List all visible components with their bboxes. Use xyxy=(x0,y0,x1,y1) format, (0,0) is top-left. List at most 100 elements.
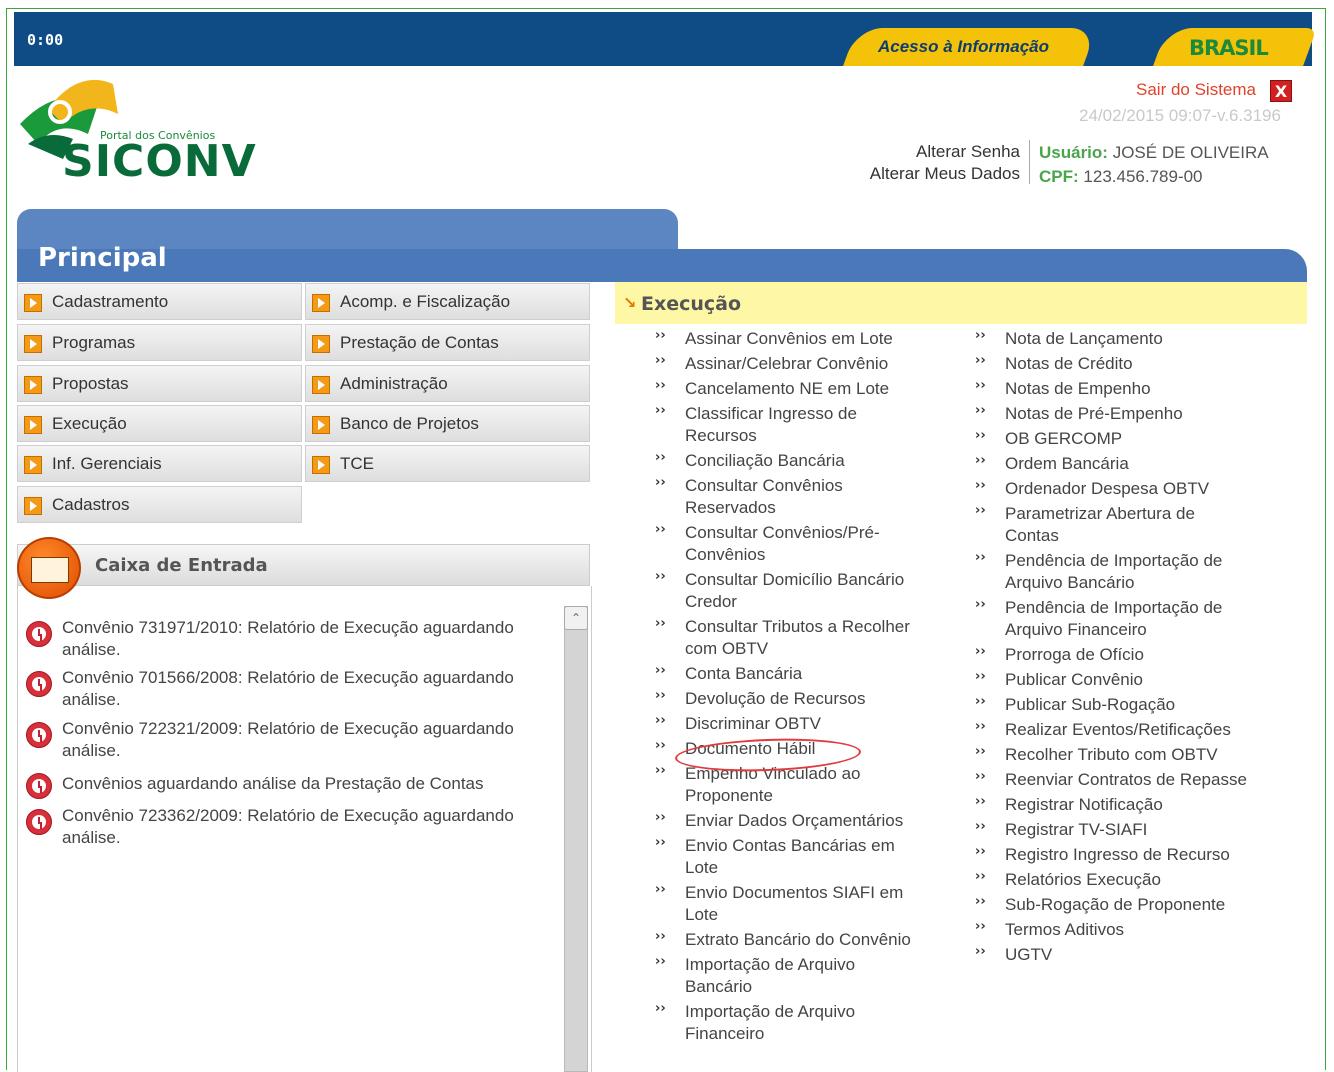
menu-label: Propostas xyxy=(52,374,129,393)
execucao-link[interactable]: ›› Extrato Bancário do Convênio xyxy=(655,929,917,951)
menu-propostas[interactable]: Propostas xyxy=(17,365,302,402)
inbox-message[interactable]: Convênio 731971/2010: Relatório de Execu… xyxy=(26,617,556,663)
execucao-link[interactable]: ›› Conciliação Bancária xyxy=(655,450,917,472)
change-password-link[interactable]: Alterar Senha xyxy=(800,141,1020,163)
execucao-link[interactable]: ›› Realizar Eventos/Retificações xyxy=(975,719,1250,741)
execucao-link-label: Sub-Rogação de Proponente xyxy=(1005,895,1226,914)
execucao-link[interactable]: ›› Consultar Convênios/Pré-Convênios xyxy=(655,522,917,566)
execucao-link[interactable]: ›› OB GERCOMP xyxy=(975,428,1250,450)
execucao-link[interactable]: ›› Recolher Tributo com OBTV xyxy=(975,744,1250,766)
arrow-right-icon xyxy=(24,497,42,515)
menu-label: Administração xyxy=(340,374,448,393)
chevron-right-icon: ›› xyxy=(975,353,986,368)
clock-icon xyxy=(26,621,52,647)
execucao-link[interactable]: ›› Pendência de Importação de Arquivo Fin… xyxy=(975,597,1250,641)
menu-inf-gerenciais[interactable]: Inf. Gerenciais xyxy=(17,445,302,482)
execucao-link[interactable]: ›› Assinar/Celebrar Convênio xyxy=(655,353,917,375)
menu-prestacao-contas[interactable]: Prestação de Contas xyxy=(305,324,590,361)
execucao-link[interactable]: ›› Reenviar Contratos de Repasse xyxy=(975,769,1250,791)
execucao-link[interactable]: ›› Relatórios Execução xyxy=(975,869,1250,891)
brasil-label[interactable]: BRASIL xyxy=(1189,36,1269,60)
menu-cadastros[interactable]: Cadastros xyxy=(17,486,302,523)
menu-label: Prestação de Contas xyxy=(340,333,499,352)
clock-icon xyxy=(26,722,52,748)
inbox-message[interactable]: Convênios aguardando análise da Prestaçã… xyxy=(26,773,556,803)
menu-cadastramento[interactable]: Cadastramento xyxy=(17,283,302,320)
execucao-link[interactable]: ›› Publicar Sub-Rogação xyxy=(975,694,1250,716)
clock-icon xyxy=(26,773,52,799)
acesso-informacao-label[interactable]: Acesso à Informação xyxy=(878,37,1049,57)
menu-acomp-fiscalizacao[interactable]: Acomp. e Fiscalização xyxy=(305,283,590,320)
menu-programas[interactable]: Programas xyxy=(17,324,302,361)
execucao-link[interactable]: ›› Registrar Notificação xyxy=(975,794,1250,816)
menu-administracao[interactable]: Administração xyxy=(305,365,590,402)
execucao-link[interactable]: ›› Assinar Convênios em Lote xyxy=(655,328,917,350)
chevron-right-icon: ›› xyxy=(655,688,666,703)
chevron-right-icon: ›› xyxy=(655,353,666,368)
execucao-link[interactable]: ›› Sub-Rogação de Proponente xyxy=(975,894,1250,916)
change-data-link[interactable]: Alterar Meus Dados xyxy=(800,163,1020,185)
chevron-right-icon: ›› xyxy=(655,929,666,944)
chevron-right-icon: ›› xyxy=(655,882,666,897)
execucao-link-label: Notas de Crédito xyxy=(1005,354,1133,373)
execucao-link-label: Reenviar Contratos de Repasse xyxy=(1005,770,1247,789)
execucao-link-label: Classificar Ingresso de Recursos xyxy=(685,404,857,445)
menu-tce[interactable]: TCE xyxy=(305,445,590,482)
scroll-up-icon[interactable]: ⌃ xyxy=(564,606,588,630)
inbox-message[interactable]: Convênio 722321/2009: Relatório de Execu… xyxy=(26,718,556,764)
execucao-link[interactable]: ›› Prorroga de Ofício xyxy=(975,644,1250,666)
logout-link[interactable]: Sair do Sistema xyxy=(1136,80,1256,100)
execucao-link[interactable]: ›› Classificar Ingresso de Recursos xyxy=(655,403,917,447)
execucao-link[interactable]: ›› UGTV xyxy=(975,944,1250,966)
execucao-link[interactable]: ›› Notas de Pré-Empenho xyxy=(975,403,1250,425)
execucao-link-label: Assinar/Celebrar Convênio xyxy=(685,354,889,373)
execucao-link[interactable]: ›› Pendência de Importação de Arquivo Ban… xyxy=(975,550,1250,594)
execucao-link[interactable]: ›› Enviar Dados Orçamentários xyxy=(655,810,917,832)
execucao-link[interactable]: ›› Envio Contas Bancárias em Lote xyxy=(655,835,917,879)
menu-execucao[interactable]: Execução xyxy=(17,405,302,442)
execucao-link[interactable]: ›› Ordem Bancária xyxy=(975,453,1250,475)
execucao-link[interactable]: ›› Registro Ingresso de Recurso xyxy=(975,844,1250,866)
execucao-link[interactable]: ›› Conta Bancária xyxy=(655,663,917,685)
execucao-link-label: Importação de Arquivo Financeiro xyxy=(685,1002,856,1043)
execucao-link[interactable]: ›› Cancelamento NE em Lote xyxy=(655,378,917,400)
menu-label: Acomp. e Fiscalização xyxy=(340,292,511,311)
execucao-link[interactable]: ›› Discriminar OBTV xyxy=(655,713,917,735)
execucao-link[interactable]: ›› Importação de Arquivo Financeiro xyxy=(655,1001,917,1045)
execucao-link[interactable]: ›› Registrar TV-SIAFI xyxy=(975,819,1250,841)
execucao-link[interactable]: ›› Consultar Tributos a Recolher com OBTV xyxy=(655,616,917,660)
cpf-value: 123.456.789-00 xyxy=(1083,167,1203,186)
inbox-message[interactable]: Convênio 723362/2009: Relatório de Execu… xyxy=(26,805,556,851)
section-title: Execução xyxy=(641,293,742,315)
execucao-link[interactable]: ›› Parametrizar Abertura de Contas xyxy=(975,503,1250,547)
execucao-link[interactable]: ›› Termos Aditivos xyxy=(975,919,1250,941)
execucao-link[interactable]: ›› Notas de Empenho xyxy=(975,378,1250,400)
chevron-right-icon: ›› xyxy=(975,894,986,909)
execucao-link-label: Ordem Bancária xyxy=(1005,454,1129,473)
execucao-link[interactable]: ›› Nota de Lançamento xyxy=(975,328,1250,350)
execucao-link-label: Registro Ingresso de Recurso xyxy=(1005,845,1230,864)
user-links: Alterar Senha Alterar Meus Dados xyxy=(800,141,1020,185)
chevron-right-icon: ›› xyxy=(655,475,666,490)
execucao-link-label: Publicar Convênio xyxy=(1005,670,1143,689)
execucao-link[interactable]: ›› Consultar Convênios Reservados xyxy=(655,475,917,519)
inbox-scrollbar[interactable] xyxy=(564,606,588,1072)
chevron-right-icon: ›› xyxy=(655,569,666,584)
inbox-message[interactable]: Convênio 701566/2008: Relatório de Execu… xyxy=(26,667,556,713)
execucao-link[interactable]: ›› Consultar Domicílio Bancário Credor xyxy=(655,569,917,613)
execucao-link[interactable]: ›› Importação de Arquivo Bancário xyxy=(655,954,917,998)
chevron-right-icon: ›› xyxy=(975,819,986,834)
execucao-link[interactable]: ›› Notas de Crédito xyxy=(975,353,1250,375)
close-icon[interactable]: X xyxy=(1270,80,1292,102)
execucao-link[interactable]: ›› Publicar Convênio xyxy=(975,669,1250,691)
execucao-link[interactable]: ›› Envio Documentos SIAFI em Lote xyxy=(655,882,917,926)
principal-bar xyxy=(17,249,1307,282)
execucao-link[interactable]: ›› Devolução de Recursos xyxy=(655,688,917,710)
chevron-right-icon: ›› xyxy=(655,1001,666,1016)
execucao-link-label: Nota de Lançamento xyxy=(1005,329,1163,348)
user-name: JOSÉ DE OLIVEIRA xyxy=(1112,143,1269,162)
message-text: Convênio 731971/2010: Relatório de Execu… xyxy=(62,618,514,659)
execucao-link[interactable]: ›› Ordenador Despesa OBTV xyxy=(975,478,1250,500)
menu-banco-projetos[interactable]: Banco de Projetos xyxy=(305,405,590,442)
execucao-link-label: Termos Aditivos xyxy=(1005,920,1125,939)
